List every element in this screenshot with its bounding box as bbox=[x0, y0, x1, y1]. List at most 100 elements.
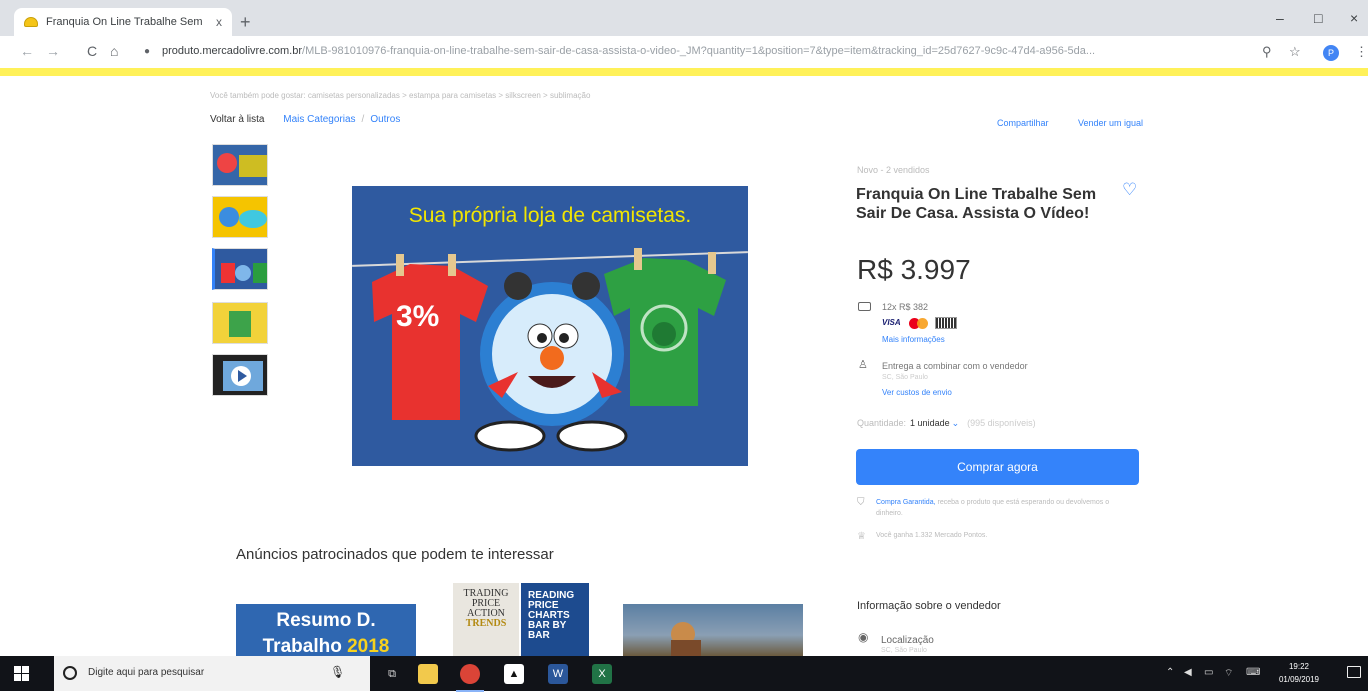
location-label: Localização bbox=[881, 635, 934, 646]
url-input[interactable]: produto.mercadolivre.com.br/MLB-98101097… bbox=[162, 45, 1242, 57]
tshirts-illustration: 3% bbox=[372, 248, 726, 452]
system-clock[interactable]: 19:22 01/09/2019 bbox=[1271, 660, 1327, 686]
url-path: /MLB-981010976-franquia-on-line-trabalhe… bbox=[302, 45, 1096, 57]
credit-card-icon bbox=[858, 302, 871, 311]
taskbar-search-input[interactable]: Digite aqui para pesquisar 🎙 bbox=[54, 656, 370, 691]
quantity-selector[interactable]: Quantidade: 1 unidade ⌄ (995 disponíveis) bbox=[857, 418, 1036, 429]
reload-button[interactable]: C bbox=[87, 43, 97, 59]
back-to-list-link[interactable]: Voltar à lista bbox=[210, 114, 264, 125]
gallery-thumbnail[interactable] bbox=[212, 302, 268, 344]
person-pin-icon: ♙ bbox=[858, 359, 868, 371]
sponsored-ad-card[interactable] bbox=[623, 604, 803, 656]
gallery-video-thumbnail[interactable] bbox=[212, 354, 268, 396]
maximize-button[interactable]: □ bbox=[1314, 10, 1322, 26]
gallery-thumbnail[interactable] bbox=[212, 196, 268, 238]
delivery-text: Entrega a combinar com o vendedor bbox=[882, 361, 1028, 371]
ad-subheadline: Trabalho 2018 bbox=[236, 636, 416, 656]
thumbnail-art bbox=[221, 263, 267, 283]
site-header-strip bbox=[0, 68, 1368, 76]
chevron-down-icon[interactable]: ⌄ bbox=[952, 418, 960, 428]
search-placeholder: Digite aqui para pesquisar bbox=[88, 667, 205, 678]
location-pin-icon: ◉ bbox=[858, 630, 869, 644]
notifications-icon[interactable] bbox=[1347, 666, 1361, 678]
gallery-thumbnail-selected[interactable] bbox=[212, 248, 268, 290]
book-cover-left: TRADING PRICE ACTION TRENDS bbox=[453, 583, 519, 656]
book-title-line: BAR BY BAR bbox=[528, 620, 567, 641]
boleto-barcode-icon bbox=[935, 317, 958, 329]
shipping-cost-link[interactable]: Ver custos de envio bbox=[882, 388, 952, 397]
word-icon[interactable]: W bbox=[548, 664, 568, 684]
play-icon bbox=[223, 361, 263, 391]
volume-icon[interactable]: ◀ bbox=[1184, 667, 1192, 678]
new-tab-button[interactable]: + bbox=[240, 12, 251, 33]
visa-logo: VISA bbox=[882, 318, 901, 328]
quantity-available: (995 disponíveis) bbox=[967, 418, 1036, 428]
shield-icon: ⛉ bbox=[857, 497, 865, 508]
mercadolivre-favicon-icon bbox=[24, 17, 38, 27]
back-button[interactable]: ← bbox=[20, 43, 34, 59]
tray-chevron-icon[interactable]: ⌃ bbox=[1166, 667, 1174, 678]
guarantee-text: Compra Garantida, receba o produto que e… bbox=[876, 497, 1116, 519]
close-window-button[interactable]: × bbox=[1350, 10, 1358, 26]
profile-avatar[interactable]: P bbox=[1323, 45, 1339, 61]
menu-dots-icon[interactable]: ⋮ bbox=[1355, 44, 1368, 60]
others-link[interactable]: Outros bbox=[370, 114, 400, 125]
seller-info-title: Informação sobre o vendedor bbox=[857, 600, 1001, 612]
product-title: Franquia On Line Trabalhe Sem Sair De Ca… bbox=[856, 186, 1097, 222]
installments-text: 12x R$ 382 bbox=[882, 302, 929, 312]
browser-address-bar: ← → C ⌂ ● produto.mercadolivre.com.br/ML… bbox=[0, 36, 1368, 68]
location-value: SC, São Paulo bbox=[881, 647, 927, 654]
buy-now-button[interactable]: Comprar agora bbox=[856, 449, 1139, 485]
mastercard-logo-icon bbox=[908, 317, 929, 329]
browser-tab-bar: Franquia On Line Trabalhe Sem x + – □ × bbox=[0, 0, 1368, 36]
more-categories-link[interactable]: Mais Categorias bbox=[283, 114, 355, 125]
product-main-image[interactable]: Sua própria loja de camisetas. 3% bbox=[352, 186, 748, 466]
task-view-icon[interactable]: ⧉ bbox=[382, 664, 402, 684]
microphone-icon[interactable]: 🎙 bbox=[330, 665, 345, 679]
zoom-icon[interactable]: ⚲ bbox=[1262, 44, 1272, 60]
url-domain: produto.mercadolivre.com.br bbox=[162, 45, 303, 57]
book-cover-right: READING PRICE CHARTS BAR BY BAR bbox=[521, 583, 589, 656]
windows-start-icon[interactable] bbox=[14, 666, 29, 681]
network-icon[interactable]: ⌔ bbox=[1224, 667, 1233, 680]
guarantee-link[interactable]: Compra Garantida, bbox=[876, 499, 936, 506]
ad-year: 2018 bbox=[347, 636, 390, 656]
sell-similar-link[interactable]: Vender um igual bbox=[1078, 118, 1143, 128]
sponsored-ad-card[interactable]: TRADING PRICE ACTION TRENDS READING PRIC… bbox=[453, 583, 589, 656]
battery-icon[interactable]: ▭ bbox=[1204, 667, 1213, 678]
forward-button[interactable]: → bbox=[46, 43, 60, 59]
separator: / bbox=[361, 114, 365, 125]
mercado-points-text: Você ganha 1.332 Mercado Pontos. bbox=[876, 532, 988, 539]
trophy-icon: ♕ bbox=[857, 531, 866, 542]
favorite-heart-icon[interactable]: ♡ bbox=[1122, 180, 1137, 200]
quantity-value[interactable]: 1 unidade bbox=[910, 418, 950, 428]
breadcrumb[interactable]: Você também pode gostar: camisetas perso… bbox=[210, 91, 590, 100]
home-button[interactable]: ⌂ bbox=[110, 43, 118, 59]
quantity-label: Quantidade: bbox=[857, 418, 907, 428]
photos-icon[interactable]: ▲ bbox=[504, 664, 524, 684]
excel-icon[interactable]: X bbox=[592, 664, 612, 684]
keyboard-icon[interactable]: ⌨ bbox=[1246, 667, 1260, 678]
browser-tab[interactable]: Franquia On Line Trabalhe Sem x bbox=[14, 8, 232, 36]
clock-date: 01/09/2019 bbox=[1278, 675, 1320, 684]
back-row: Voltar à lista Mais Categorias / Outros bbox=[210, 114, 400, 125]
windows-taskbar: Digite aqui para pesquisar 🎙 ⧉ ▲ W X ⌃ ◀… bbox=[0, 656, 1368, 692]
lock-icon: ● bbox=[144, 46, 151, 57]
bookmark-star-icon[interactable]: ☆ bbox=[1289, 44, 1301, 60]
tab-close-icon[interactable]: x bbox=[216, 15, 222, 29]
item-status: Novo - 2 vendidos bbox=[857, 165, 930, 175]
delivery-location: SC, São Paulo bbox=[882, 374, 928, 381]
more-info-link[interactable]: Mais informações bbox=[882, 335, 945, 344]
clock-time: 19:22 bbox=[1288, 662, 1310, 671]
thumbnail-art bbox=[217, 153, 267, 177]
ad-headline: Resumo D. bbox=[276, 610, 376, 631]
product-price: R$ 3.997 bbox=[857, 254, 971, 285]
minimize-button[interactable]: – bbox=[1276, 10, 1284, 26]
gallery-thumbnail[interactable] bbox=[212, 144, 268, 186]
file-explorer-icon[interactable] bbox=[418, 664, 438, 684]
share-link[interactable]: Compartilhar bbox=[997, 118, 1049, 128]
sponsored-ad-card[interactable]: Resumo D. Trabalho 2018 bbox=[236, 604, 416, 656]
product-page: Você também pode gostar: camisetas perso… bbox=[0, 76, 1368, 656]
tab-title: Franquia On Line Trabalhe Sem bbox=[46, 16, 203, 28]
chrome-icon[interactable] bbox=[456, 664, 484, 692]
